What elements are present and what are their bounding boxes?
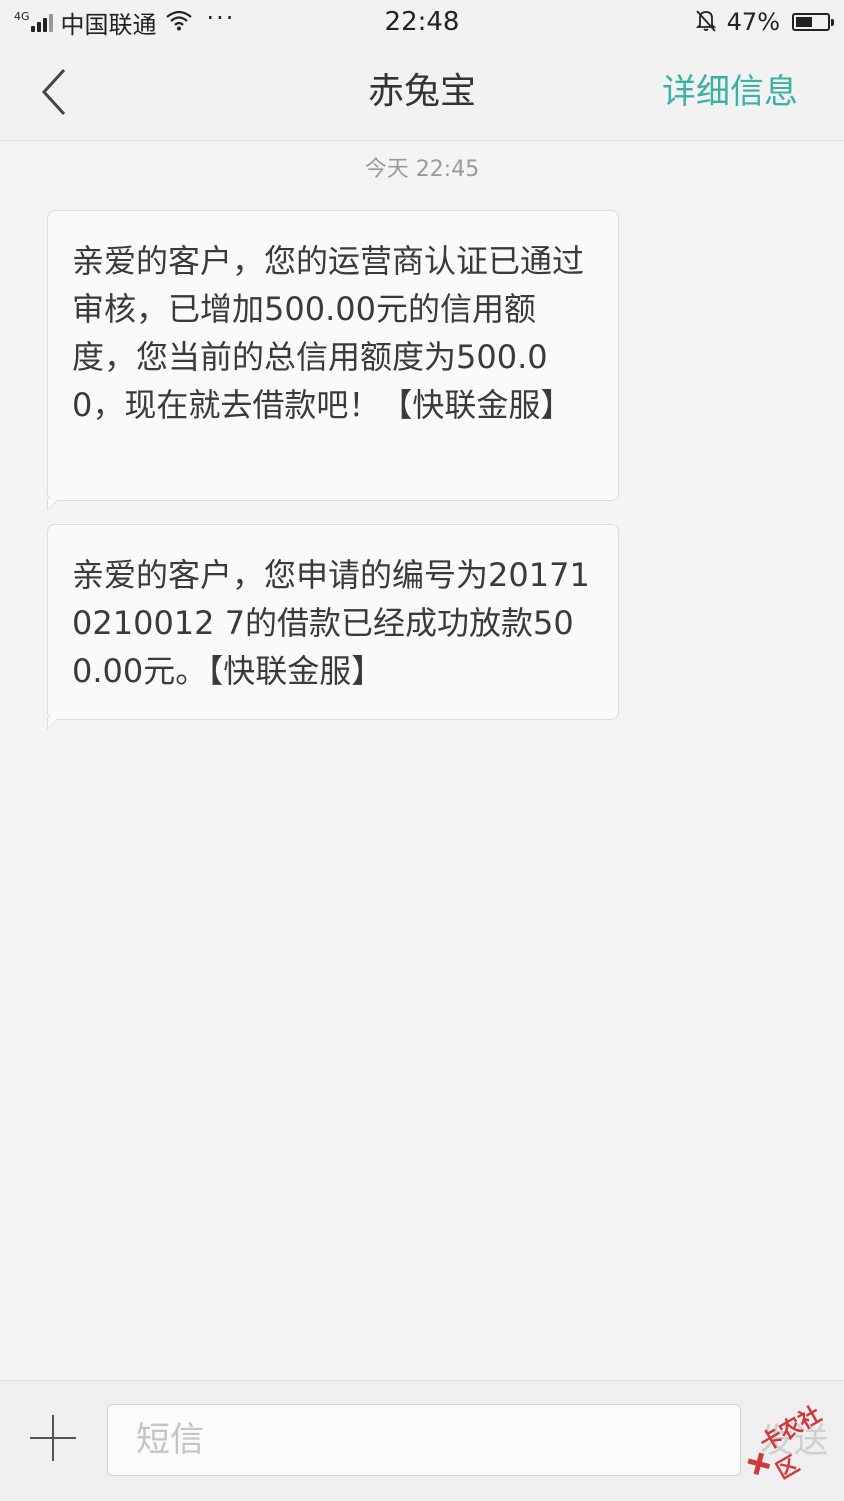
conversation-header: 赤兔宝 详细信息 [0,44,844,141]
battery-percent: 47% [726,8,780,36]
bell-muted-icon [693,7,719,37]
message-bubble[interactable]: 亲爱的客户，您的运营商认证已通过审核，已增加500.00元的信用额度，您当前的总… [47,210,619,511]
status-bar: 4G 中国联通 ··· 22:48 47% [0,0,844,44]
add-attachment-button[interactable] [30,1415,76,1461]
message-input[interactable] [107,1404,741,1476]
battery-icon [792,13,834,31]
composer-bar: 发送 [0,1380,844,1501]
message-text: 亲爱的客户，您申请的编号为201710210012 7的借款已经成功放款500.… [72,556,590,690]
message-text: 亲爱的客户，您的运营商认证已通过审核，已增加500.00元的信用额度，您当前的总… [72,242,585,424]
message-timestamp: 今天 22:45 [364,157,480,182]
status-right: 47% [693,6,834,38]
message-bubble[interactable]: 亲爱的客户，您申请的编号为201710210012 7的借款已经成功放款500.… [47,524,619,730]
details-button[interactable]: 详细信息 [662,68,798,116]
